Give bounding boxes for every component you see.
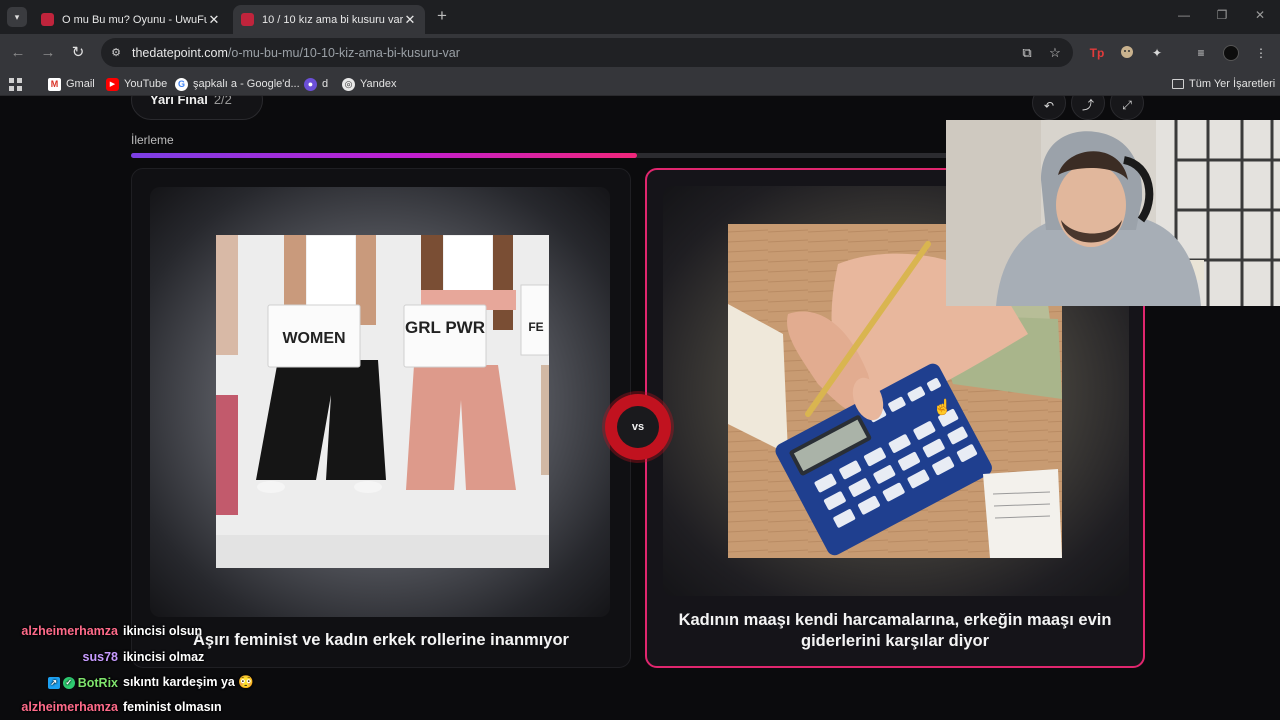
- bookmark-youtube[interactable]: ▶ YouTube: [106, 76, 167, 92]
- stage-badge: Yarı Final 2/2: [131, 96, 263, 120]
- youtube-icon: ▶: [106, 77, 119, 91]
- sign-grl-pwr: GRL PWR: [405, 318, 485, 337]
- extension-tp-icon[interactable]: Tp: [1089, 45, 1105, 61]
- progress-label: İlerleme: [131, 133, 174, 147]
- bookmark-d[interactable]: ● d: [304, 76, 328, 92]
- tab-title: O mu Bu mu? Oyunu - UwuFufu: [62, 13, 207, 26]
- option-image-frame: WOMEN GRL PWR FE: [150, 187, 610, 617]
- apps-grid-icon[interactable]: [9, 76, 22, 92]
- browser-toolbar: ← → ↻ ⚙ thedatepoint.com/o-mu-bu-mu/10-1…: [0, 34, 1280, 72]
- tab-strip: ▾ O mu Bu mu? Oyunu - UwuFufu ✕ 10 / 10 …: [0, 0, 1280, 34]
- install-app-icon[interactable]: ⧉: [1019, 45, 1035, 61]
- bookmark-label: d: [322, 78, 329, 90]
- stage-count: 2/2: [213, 96, 232, 107]
- site-info-icon[interactable]: ⚙: [109, 46, 123, 59]
- chat-username: sus78: [82, 650, 118, 664]
- vs-label: vs: [617, 406, 659, 448]
- chat-user-block: ↗ ✓ BotRix: [0, 676, 118, 690]
- bookmarks-bar: M Gmail ▶ YouTube G şapkalı a - Google'd…: [0, 72, 1280, 96]
- sign-women: WOMEN: [282, 330, 345, 347]
- minimize-icon[interactable]: —: [1177, 8, 1191, 22]
- chat-message: sus78 ikincisi olmaz: [0, 650, 205, 664]
- option-caption-left: Aşırı feminist ve kadın erkek rollerine …: [193, 631, 569, 649]
- menu-kebab-icon[interactable]: ⋮: [1253, 45, 1269, 61]
- avatar-icon: ●: [304, 77, 317, 91]
- chat-message: alzheimerhamza feminist olmasın: [0, 700, 222, 714]
- extension-face-icon[interactable]: [1119, 45, 1135, 61]
- bookmark-gmail[interactable]: M Gmail: [48, 76, 95, 92]
- bookmark-label: şapkalı a - Google'd...: [193, 78, 300, 90]
- all-bookmarks-folder[interactable]: Tüm Yer İşaretleri: [1172, 76, 1275, 92]
- tab-search-button[interactable]: ▾: [7, 7, 27, 27]
- tab-thedatepoint[interactable]: 10 / 10 kız ama bi kusuru var - ✕: [233, 5, 425, 34]
- chat-username: BotRix: [77, 675, 118, 690]
- mouse-cursor-icon: ☝: [933, 399, 952, 416]
- streamer-video: [946, 120, 1280, 306]
- vs-badge: vs: [605, 394, 671, 460]
- undo-icon[interactable]: ↶: [1032, 96, 1066, 120]
- bookmark-label: Yandex: [360, 78, 397, 90]
- bookmark-yandex[interactable]: ◎ Yandex: [342, 76, 397, 92]
- progress-fill: [131, 153, 637, 158]
- profile-avatar[interactable]: [1223, 45, 1239, 61]
- chat-message: ↗ ✓ BotRix sıkıntı kardeşim ya 😳: [0, 675, 254, 690]
- chat-username: alzheimerhamza: [21, 700, 118, 714]
- window-close-icon[interactable]: ✕: [1253, 8, 1267, 22]
- fullscreen-icon[interactable]: ⤢: [1110, 96, 1144, 120]
- star-icon[interactable]: ☆: [1047, 45, 1063, 61]
- address-bar[interactable]: ⚙ thedatepoint.com/o-mu-bu-mu/10-10-kiz-…: [101, 38, 1073, 67]
- bot-badge-icon: ↗: [47, 676, 60, 689]
- close-icon[interactable]: ✕: [403, 12, 417, 28]
- close-icon[interactable]: ✕: [207, 12, 221, 28]
- chat-username: alzheimerhamza: [21, 624, 118, 638]
- chevron-down-icon: ▾: [14, 11, 20, 22]
- site-favicon-icon: [41, 13, 54, 26]
- chat-text: ikincisi olmaz: [123, 650, 205, 664]
- webcam-overlay: [946, 120, 1280, 306]
- share-icon[interactable]: ⤴: [1071, 96, 1105, 120]
- women-signs-photo: WOMEN GRL PWR FE: [216, 235, 549, 568]
- sign-fe: FE: [528, 320, 543, 334]
- verified-badge-icon: ✓: [62, 676, 75, 689]
- restore-icon[interactable]: ❐: [1215, 8, 1229, 22]
- yandex-icon: ◎: [342, 77, 355, 91]
- option-caption-right: Kadının maaşı kendi harcamalarına, erkeğ…: [678, 611, 1112, 650]
- bookmark-label: YouTube: [124, 78, 168, 90]
- chat-text: feminist olmasın: [123, 700, 222, 714]
- tab-uwufufu[interactable]: O mu Bu mu? Oyunu - UwuFufu ✕: [33, 5, 229, 34]
- chat-text: sıkıntı kardeşim ya 😳: [123, 675, 254, 689]
- chat-text: ikincisi olsun: [123, 624, 203, 638]
- media-controls-icon[interactable]: ≡: [1193, 45, 1209, 61]
- bookmark-label: Gmail: [66, 78, 95, 90]
- extensions-puzzle-icon[interactable]: ✦: [1149, 45, 1165, 61]
- option-card-left[interactable]: WOMEN GRL PWR FE Aşırı feminist ve kadın…: [131, 168, 631, 668]
- reload-icon[interactable]: ↻: [68, 43, 88, 63]
- url-path: /o-mu-bu-mu/10-10-kiz-ama-bi-kusuru-var: [227, 45, 460, 60]
- stage-label: Yarı Final: [150, 96, 208, 107]
- bookmark-label: Tüm Yer İşaretleri: [1189, 78, 1276, 90]
- chat-message: alzheimerhamza ikincisi olsun: [0, 624, 202, 638]
- folder-icon: [1172, 79, 1184, 89]
- gmail-icon: M: [48, 77, 61, 91]
- forward-arrow-icon[interactable]: →: [38, 43, 58, 63]
- back-arrow-icon[interactable]: ←: [8, 43, 28, 63]
- url-host: thedatepoint.com: [132, 45, 228, 60]
- google-icon: G: [175, 77, 188, 91]
- site-favicon-icon: [241, 13, 254, 26]
- bookmark-google[interactable]: G şapkalı a - Google'd...: [175, 76, 300, 92]
- tab-title: 10 / 10 kız ama bi kusuru var -: [262, 13, 403, 26]
- new-tab-button[interactable]: +: [433, 6, 451, 26]
